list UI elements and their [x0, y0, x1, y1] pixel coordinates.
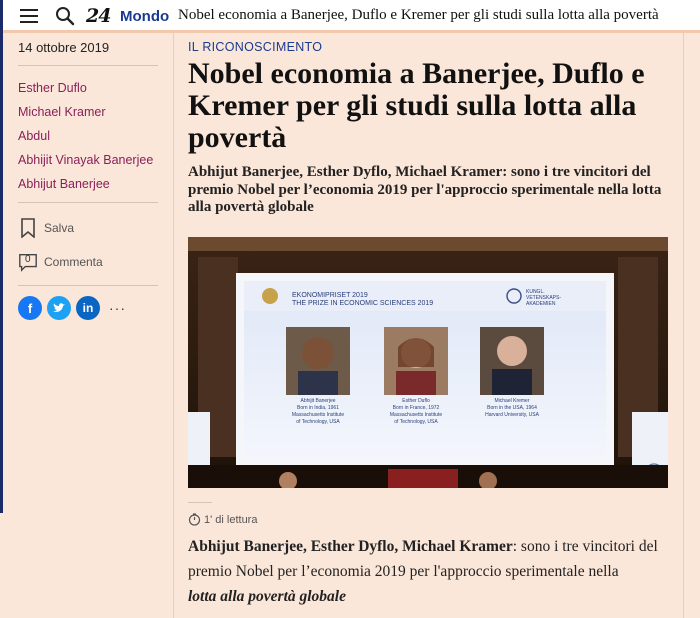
more-icon[interactable]: ···	[109, 300, 126, 316]
laureate-name: Esther Duflo	[402, 397, 430, 404]
laureate-inst: of Technology, USA	[394, 418, 438, 425]
laureate-caption: Esther Duflo Born in France, 1972 Massac…	[374, 398, 458, 426]
save-label: Salva	[44, 221, 75, 235]
section-link[interactable]: Mondo	[120, 8, 169, 25]
top-bar: 24 Mondo Nobel economia a Banerjee, Dufl…	[0, 0, 700, 33]
body-cut-text: lotta alla povertà globale	[188, 588, 346, 605]
laureate-inst: Harvard University, USA	[485, 411, 539, 418]
photo-illustration	[188, 236, 668, 488]
comment-button[interactable]: 0 Commenta	[18, 245, 158, 279]
comment-icon: 0	[18, 251, 38, 273]
comment-count: 0	[25, 254, 31, 265]
tag-link[interactable]: Abdul	[18, 124, 158, 148]
social-share: f in ···	[18, 286, 158, 320]
article-photo[interactable]: EKONOMIPRISET 2019 THE PRIZE IN ECONOMIC…	[188, 236, 668, 488]
save-button[interactable]: Salva	[18, 211, 158, 245]
laureate-caption: Abhijit Banerjee Born in India, 1961 Mas…	[276, 398, 360, 426]
article-body: Abhijut Banerjee, Esther Dyflo, Michael …	[188, 534, 658, 609]
screen-header-left-2: THE PRIZE IN ECONOMIC SCIENCES 2019	[292, 299, 434, 307]
tag-list: Esther Duflo Michael Kramer Abdul Abhiji…	[18, 66, 158, 202]
column-divider-right	[683, 33, 684, 618]
column-divider	[173, 33, 174, 618]
laureate-caption: Michael Kremer Born in the USA, 1964 Har…	[470, 398, 554, 419]
screen-header-right-3: AKADEMIEN	[526, 300, 556, 307]
laureate-born: Born in India, 1961	[297, 404, 339, 411]
tag-link[interactable]: Abhijut Banerjee	[18, 172, 158, 196]
publish-date: 14 ottobre 2019	[18, 40, 110, 55]
laureate-name: Abhijit Banerjee	[300, 397, 336, 404]
laureate-born: Born in the USA, 1964	[487, 404, 537, 411]
laureate-born: Born in France, 1972	[392, 404, 440, 411]
screen-header-left-1: EKONOMIPRISET 2019	[292, 291, 368, 299]
linkedin-icon[interactable]: in	[76, 296, 100, 320]
bookmark-icon	[18, 217, 38, 239]
reading-time: 1' di lettura	[188, 513, 257, 526]
article-headline: Nobel economia a Banerjee, Duflo e Kreme…	[188, 57, 645, 154]
laureate-name: Michael Kremer	[494, 397, 530, 404]
laureate-inst: of Technology, USA	[296, 418, 340, 425]
divider	[188, 502, 212, 503]
laureate-inst: Massachusetts Institute	[389, 411, 443, 418]
facebook-icon[interactable]: f	[18, 296, 42, 320]
laureate-inst: Massachusetts Institute	[291, 411, 345, 418]
reading-time-label: 1' di lettura	[204, 513, 258, 526]
header-article-title: Nobel economia a Banerjee, Duflo e Kreme…	[178, 7, 659, 23]
tag-link[interactable]: Michael Kramer	[18, 100, 158, 124]
clock-icon	[188, 513, 201, 526]
article-summary: Abhijut Banerjee, Esther Dyflo, Michael …	[188, 164, 662, 215]
body-lead: Abhijut Banerjee, Esther Dyflo, Michael …	[188, 538, 513, 555]
left-accent	[0, 0, 3, 33]
menu-icon[interactable]	[20, 9, 38, 23]
comment-label: Commenta	[44, 255, 103, 269]
article-main: IL RICONOSCIMENTO Nobel economia a Baner…	[188, 40, 673, 605]
search-icon[interactable]	[55, 6, 75, 26]
left-accent-strip	[0, 33, 3, 513]
article-kicker: IL RICONOSCIMENTO	[188, 40, 323, 54]
twitter-icon[interactable]	[47, 296, 71, 320]
tag-link[interactable]: Abhijit Vinayak Banerjee	[18, 148, 158, 172]
article-sidebar: 14 ottobre 2019 Esther Duflo Michael Kra…	[18, 40, 158, 320]
site-logo[interactable]: 24	[86, 5, 111, 27]
tag-link[interactable]: Esther Duflo	[18, 76, 158, 100]
